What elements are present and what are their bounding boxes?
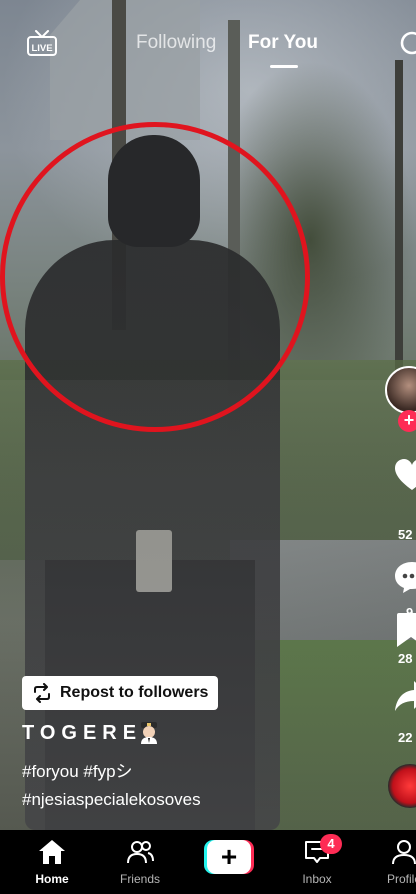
pilot-emoji-icon [141, 722, 157, 744]
live-tv-icon[interactable]: LIVE [26, 30, 58, 56]
tab-for-you[interactable]: For You [248, 32, 318, 54]
create-plus-label: + [207, 840, 251, 874]
shares-count: 22 [398, 730, 413, 745]
top-bar: LIVE Following For You [0, 0, 416, 90]
comment-icon[interactable] [394, 560, 416, 594]
follow-plus-button[interactable]: + [398, 410, 416, 432]
bottom-nav: Home Friends + Inbox Profile [0, 830, 416, 894]
red-circle-annotation [0, 122, 310, 432]
caption-hashtags[interactable]: #foryou #fypシ [22, 762, 133, 782]
inbox-notification-badge: 4 [320, 834, 342, 854]
repost-to-followers-button[interactable]: Repost to followers [22, 676, 219, 710]
heart-icon[interactable] [394, 458, 416, 492]
home-icon [39, 840, 65, 864]
nav-friends[interactable]: Friends [100, 830, 180, 894]
nav-friends-label: Friends [119, 872, 160, 886]
nav-profile-label: Profile [386, 872, 416, 886]
repost-label: Repost to followers [60, 684, 209, 701]
share-arrow-icon[interactable] [394, 680, 416, 712]
nav-profile[interactable]: Profile [364, 830, 416, 894]
nav-home[interactable]: Home [12, 830, 92, 894]
utility-pole [395, 60, 403, 410]
saves-count: 28 [398, 651, 413, 666]
username[interactable]: TOGERE [22, 722, 142, 745]
bookmark-icon[interactable] [394, 612, 416, 648]
active-tab-indicator [270, 65, 298, 68]
friends-icon [127, 841, 154, 864]
nav-inbox[interactable]: Inbox [277, 830, 357, 894]
nav-home-label: Home [35, 872, 69, 886]
caption-hashtags[interactable]: #njesiaspecialekosoves [22, 790, 201, 810]
profile-icon [392, 840, 416, 865]
likes-count: 52 [398, 527, 413, 542]
repost-icon [34, 683, 50, 703]
search-icon[interactable] [399, 30, 416, 60]
live-label: LIVE [31, 43, 52, 54]
tab-following[interactable]: Following [136, 32, 216, 54]
create-button[interactable]: + [204, 840, 254, 874]
nav-inbox-label: Inbox [302, 872, 332, 886]
